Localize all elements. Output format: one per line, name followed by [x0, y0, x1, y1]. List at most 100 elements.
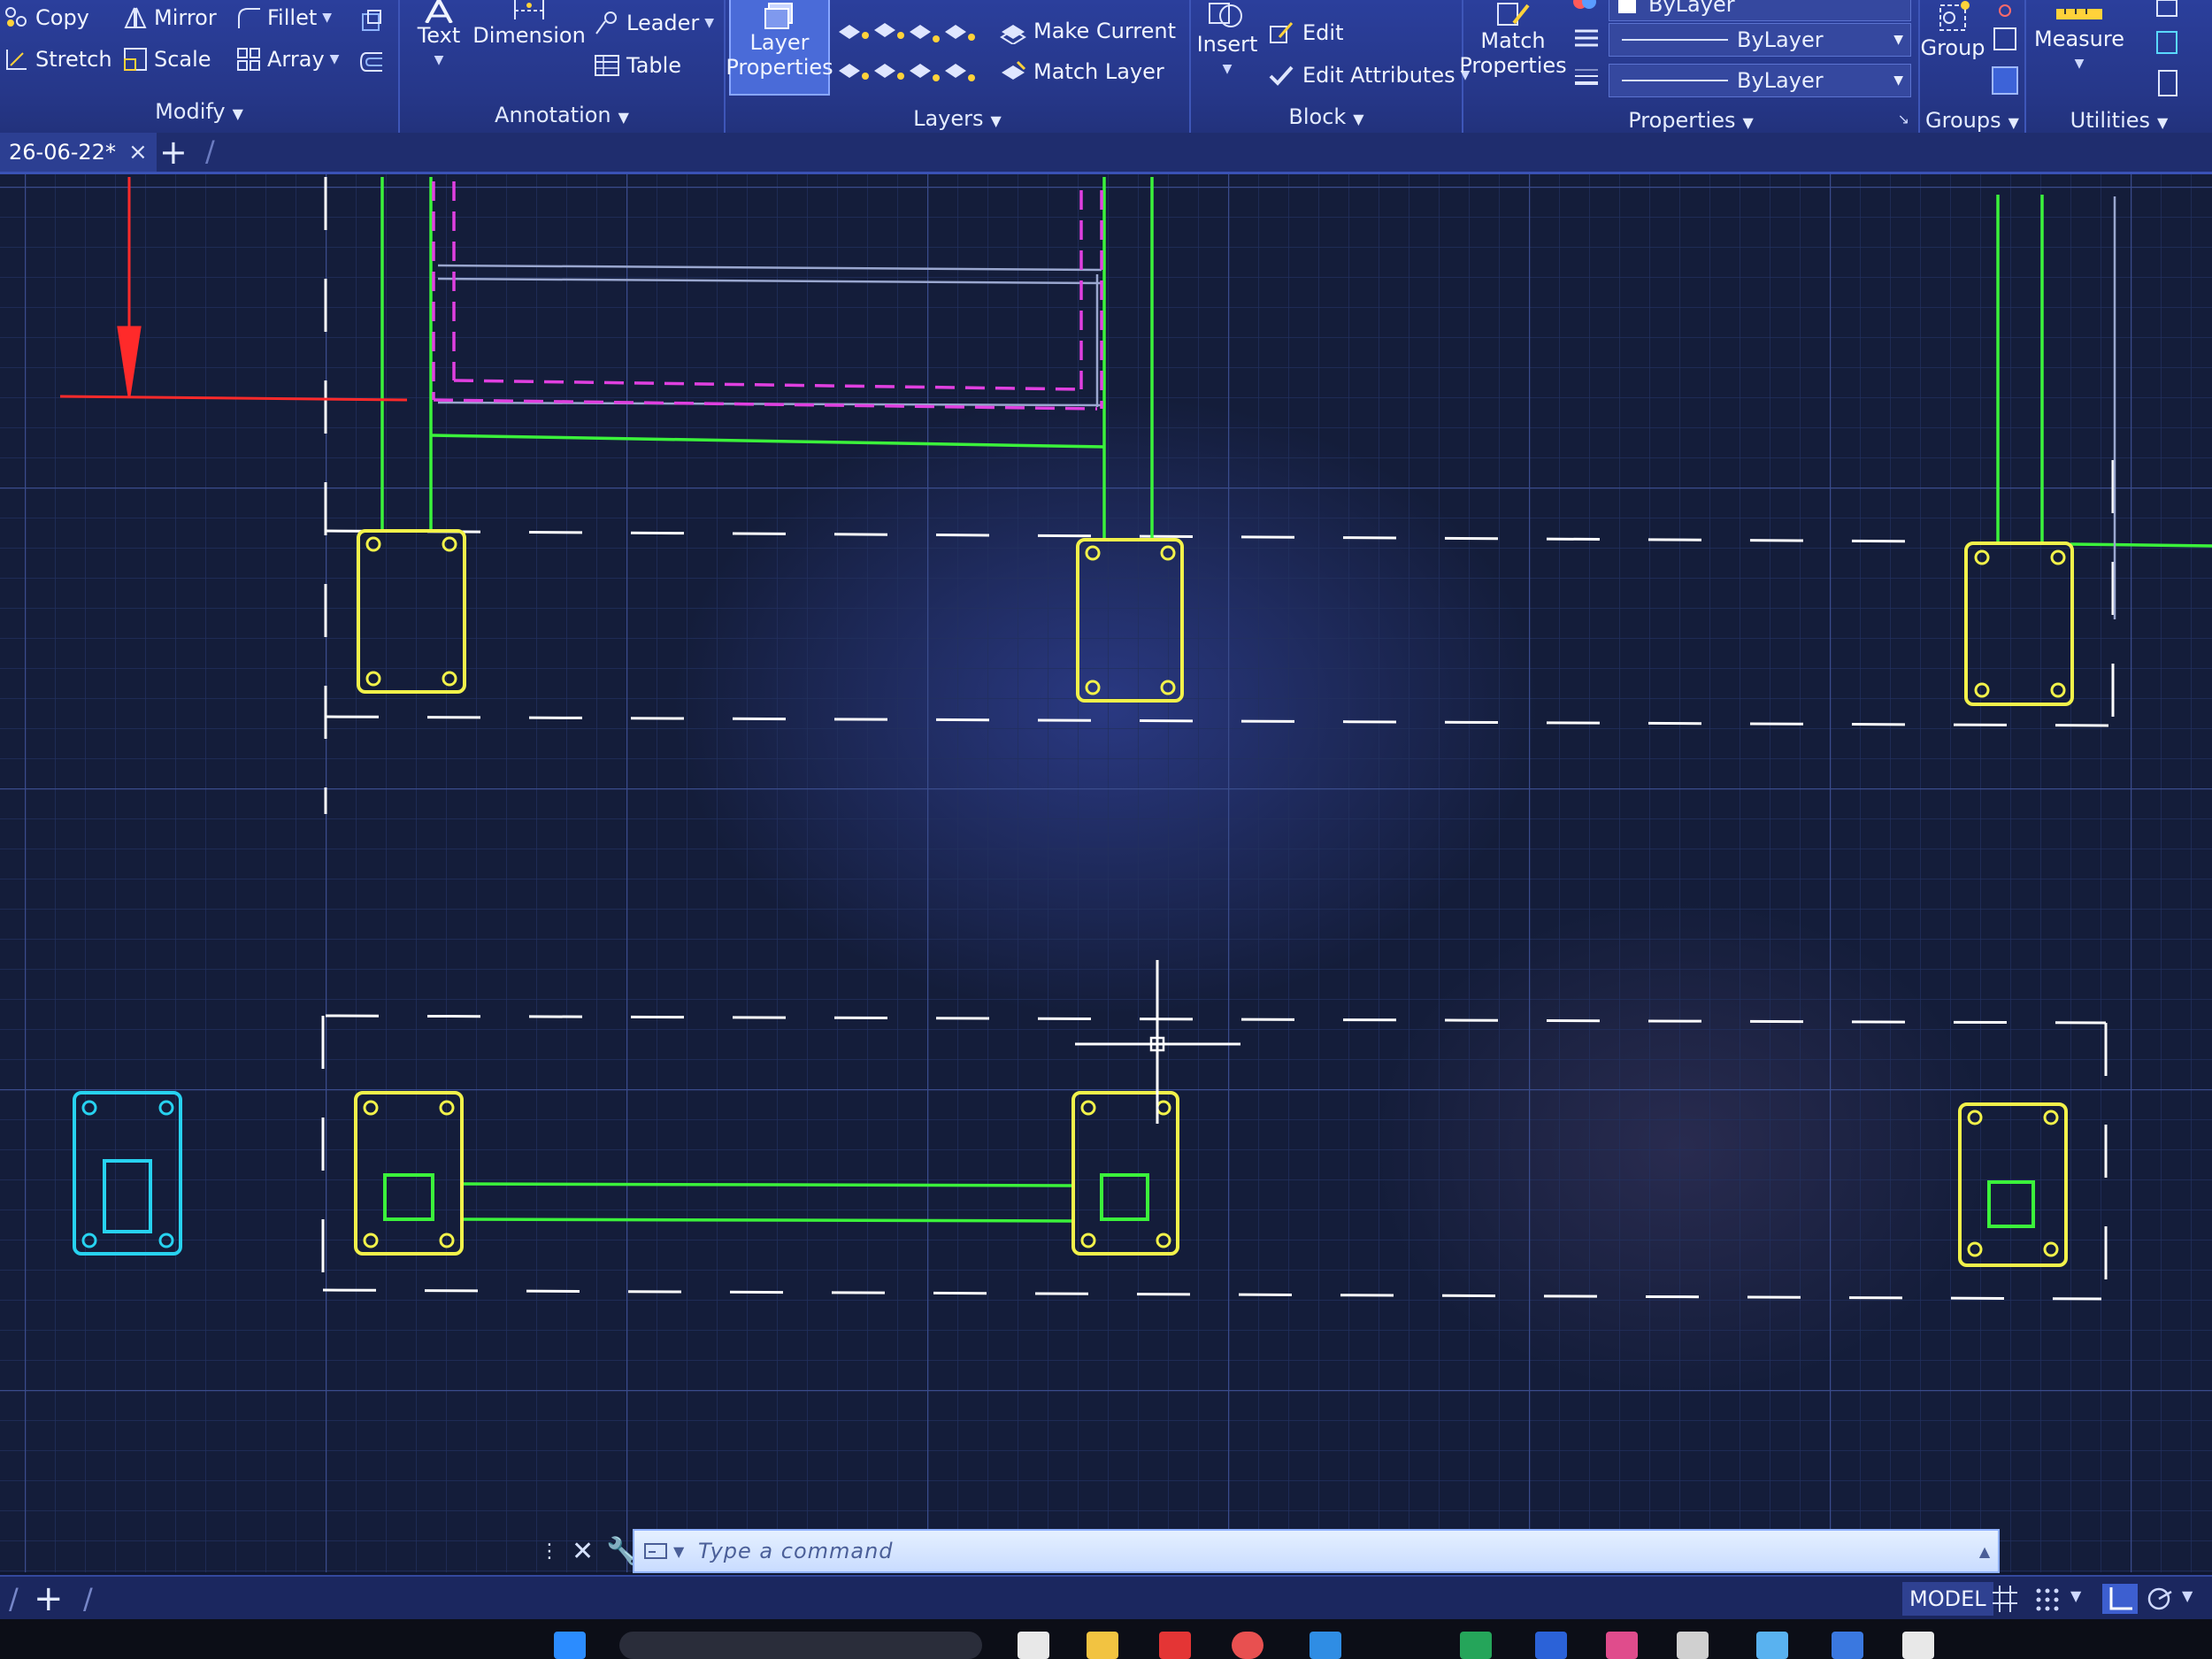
document-tab[interactable]: 26-06-22* ×: [0, 133, 157, 172]
snap-mode-icon[interactable]: [2032, 1584, 2063, 1614]
add-layout-icon[interactable]: +: [34, 1578, 64, 1619]
close-command-line-icon[interactable]: ✕: [572, 1536, 594, 1567]
command-input[interactable]: [696, 1538, 1971, 1564]
group-icon: [1939, 1, 1970, 31]
annotation-panel-title[interactable]: Annotation ▼: [400, 103, 724, 127]
grid-display-icon[interactable]: [1989, 1584, 2021, 1614]
groups-panel-expand-icon: ▼: [2008, 114, 2019, 131]
taskbar-app-icon-3[interactable]: [1159, 1632, 1191, 1659]
dimension-icon: [514, 0, 544, 19]
utilities-panel-title[interactable]: Utilities ▼: [2026, 108, 2212, 133]
match-properties-button[interactable]: Match Properties: [1459, 0, 1567, 78]
command-input-box[interactable]: ▼ ▲: [633, 1529, 2000, 1573]
linetype-dropdown-icon[interactable]: ▼: [1893, 33, 1903, 47]
dimension-button[interactable]: Dimension: [472, 0, 586, 48]
copy-label: Copy: [35, 5, 89, 30]
array-button[interactable]: Array ▼: [235, 46, 339, 73]
taskbar-app-icon-2[interactable]: [1087, 1632, 1118, 1659]
taskbar-app-icon-4[interactable]: [1232, 1632, 1263, 1659]
snap-dropdown-icon[interactable]: ▼: [2070, 1587, 2081, 1604]
text-button[interactable]: Text ▼: [400, 0, 478, 73]
ortho-mode-icon[interactable]: [2102, 1584, 2138, 1614]
layers-panel-expand-icon: ▼: [990, 112, 1002, 129]
group-button[interactable]: Group: [1920, 0, 1985, 60]
layer-properties-button[interactable]: Layer Properties: [726, 0, 833, 96]
layer-state-icons[interactable]: [833, 12, 984, 92]
measure-dropdown-icon[interactable]: ▼: [2075, 51, 2085, 76]
layout-divider-right: /: [83, 1582, 93, 1616]
groups-panel-title[interactable]: Groups ▼: [1920, 108, 2024, 133]
drawing-svg[interactable]: [0, 174, 2212, 1572]
lineweight-icon-button: [1573, 65, 1600, 88]
close-icon[interactable]: ×: [128, 139, 148, 165]
taskbar-app-icon-10[interactable]: [1756, 1632, 1788, 1659]
drawing-canvas[interactable]: [0, 174, 2212, 1572]
lineweight-preview: [1622, 80, 1728, 81]
taskbar-app-icon-7[interactable]: [1535, 1632, 1567, 1659]
taskbar-app-icon-12[interactable]: [1902, 1632, 1934, 1659]
fillet-dropdown-icon[interactable]: ▼: [322, 11, 332, 25]
mirror-button[interactable]: Mirror: [122, 5, 217, 30]
leader-dropdown-icon[interactable]: ▼: [704, 16, 714, 30]
measure-button[interactable]: Measure ▼: [2026, 0, 2132, 76]
leader-button[interactable]: Leader ▼: [593, 11, 714, 35]
properties-panel-title[interactable]: Properties ▼: [1463, 108, 1918, 133]
color-combo[interactable]: ByLayer: [1609, 0, 1911, 21]
insert-dropdown-icon[interactable]: ▼: [1223, 57, 1233, 81]
drag-handle-icon[interactable]: ⋮: [540, 1540, 559, 1563]
model-space-button[interactable]: MODEL: [1902, 1582, 1993, 1616]
taskbar-app-icon-6[interactable]: [1460, 1632, 1492, 1659]
layer-properties-icon: [764, 3, 793, 29]
block-panel-title[interactable]: Block ▼: [1191, 104, 1462, 129]
taskbar-app-icon-1[interactable]: [1018, 1632, 1049, 1659]
annotation-panel-expand-icon: ▼: [618, 109, 629, 126]
scale-button[interactable]: Scale: [122, 46, 211, 73]
properties-dialog-launcher-icon[interactable]: ↘: [1898, 111, 1909, 127]
taskbar-app-icon-11[interactable]: [1832, 1632, 1863, 1659]
group-tools-icon[interactable]: [1989, 4, 2021, 101]
layers-title-label: Layers: [913, 106, 984, 131]
taskbar-app-icon-8[interactable]: [1606, 1632, 1638, 1659]
linetype-icon: [1575, 29, 1598, 47]
utilities-tools-icon[interactable]: [2150, 0, 2185, 106]
color-swatch-icon[interactable]: [1571, 0, 1598, 14]
polar-tracking-icon[interactable]: [2145, 1584, 2177, 1614]
modify-extra-button-2[interactable]: [357, 50, 386, 74]
make-current-button[interactable]: Make Current: [998, 18, 1176, 44]
modify-extra-button-1[interactable]: [357, 9, 386, 34]
taskbar-app-icon-9[interactable]: [1677, 1632, 1709, 1659]
block-edit-button[interactable]: Edit: [1267, 19, 1343, 46]
insert-button[interactable]: Insert ▼: [1191, 0, 1263, 81]
table-label: Table: [626, 53, 682, 78]
stretch-button[interactable]: Stretch: [4, 46, 112, 73]
layers-panel-title[interactable]: Layers ▼: [726, 106, 1189, 131]
dimension-label: Dimension: [472, 23, 586, 48]
new-tab-button[interactable]: +: [159, 133, 188, 172]
search-icon[interactable]: [619, 1632, 982, 1659]
match-layer-button[interactable]: Match Layer: [998, 58, 1164, 85]
array-dropdown-icon[interactable]: ▼: [330, 52, 340, 66]
properties-panel: Match Properties ByLayer ByLayer ▼ ByLay…: [1459, 0, 1920, 133]
text-dropdown-icon[interactable]: ▼: [434, 48, 444, 73]
block-edit-label: Edit: [1302, 20, 1344, 45]
copy-button[interactable]: Copy: [4, 5, 89, 30]
lineweight-combo[interactable]: ByLayer ▼: [1609, 64, 1911, 97]
edit-attributes-button[interactable]: Edit Attributes ▼: [1267, 62, 1470, 88]
polar-dropdown-icon[interactable]: ▼: [2182, 1587, 2193, 1604]
leader-icon: [595, 12, 617, 35]
modify-panel-title[interactable]: Modify ▼: [0, 99, 398, 124]
table-button[interactable]: Table: [593, 53, 681, 78]
prompt-dropdown-icon[interactable]: ▼: [673, 1543, 684, 1560]
os-taskbar: [0, 1619, 2212, 1659]
command-prompt-icon[interactable]: ▼: [634, 1541, 696, 1561]
taskbar-app-icon-5[interactable]: [1310, 1632, 1341, 1659]
groups-title-label: Groups: [1925, 108, 2001, 133]
start-icon[interactable]: [554, 1632, 586, 1659]
edit-attributes-icon: [1269, 65, 1294, 86]
lineweight-icon: [1575, 69, 1598, 85]
command-history-icon[interactable]: ▲: [1971, 1543, 1998, 1560]
lineweight-dropdown-icon[interactable]: ▼: [1893, 73, 1903, 88]
annotation-title-label: Annotation: [495, 103, 611, 127]
linetype-combo[interactable]: ByLayer ▼: [1609, 23, 1911, 57]
fillet-button[interactable]: Fillet ▼: [235, 5, 332, 30]
